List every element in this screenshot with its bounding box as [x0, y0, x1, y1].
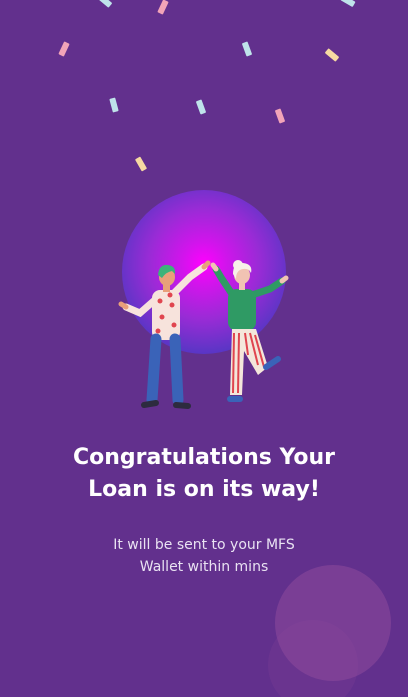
success-message-line-1: It will be sent to your MFS: [113, 537, 295, 553]
confetti-icon: [241, 41, 253, 57]
success-title-line-2: Loan is on its way!: [88, 477, 320, 502]
confetti-icon: [97, 0, 113, 8]
confetti-icon: [340, 0, 356, 8]
confetti-icon: [195, 99, 207, 115]
confetti-icon: [58, 41, 70, 57]
celebrating-people-illustration: [118, 260, 289, 409]
success-title-line-1: Congratulations Your: [72, 445, 336, 470]
woman-figure: [210, 260, 289, 402]
confetti-icon: [157, 0, 169, 15]
confetti-icon: [324, 48, 340, 62]
man-figure: [118, 260, 211, 409]
confetti-icon: [109, 97, 119, 113]
confetti-icon: [274, 108, 286, 124]
confetti-icon: [134, 156, 148, 172]
loan-success-screen: Congratulations Your Loan is on its way!…: [0, 0, 408, 697]
decorative-circle: [275, 565, 391, 681]
